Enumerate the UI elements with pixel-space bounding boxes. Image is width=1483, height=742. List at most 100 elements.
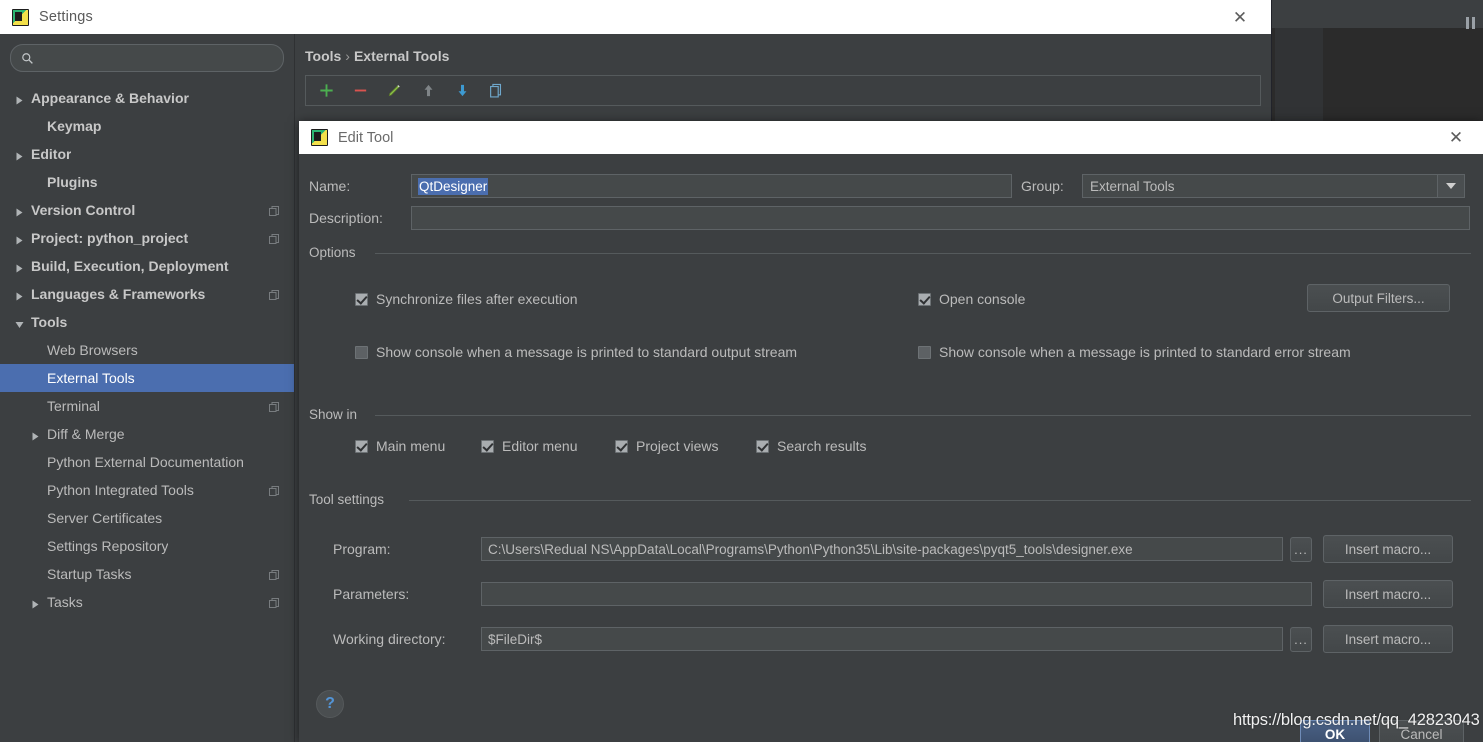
- description-input[interactable]: [411, 206, 1470, 230]
- working-directory-browse-button[interactable]: ...: [1290, 626, 1312, 652]
- parameters-insert-macro-button[interactable]: Insert macro...: [1323, 580, 1453, 608]
- sidebar-item-label: Terminal: [47, 398, 100, 414]
- copy-icon[interactable]: [488, 82, 505, 99]
- sidebar-item-label: Startup Tasks: [47, 566, 132, 582]
- chevron-right-icon[interactable]: [30, 429, 41, 440]
- sidebar-item-label: Project: python_project: [31, 230, 189, 246]
- close-icon[interactable]: ✕: [1439, 121, 1473, 154]
- pycharm-icon: [12, 8, 29, 26]
- group-select[interactable]: External Tools: [1082, 174, 1465, 198]
- checkbox-box[interactable]: [615, 439, 628, 453]
- search-icon: [22, 52, 33, 64]
- checkbox-editor-menu[interactable]: Editor menu: [481, 438, 577, 454]
- sidebar-item-tasks[interactable]: Tasks: [0, 588, 294, 616]
- checkbox-synchronize-files[interactable]: Synchronize files after execution: [355, 291, 578, 307]
- chevron-right-icon[interactable]: [14, 289, 25, 300]
- sidebar-item-diff-merge[interactable]: Diff & Merge: [0, 420, 294, 448]
- sidebar-item-settings-repository[interactable]: Settings Repository: [0, 532, 294, 560]
- sidebar-item-web-browsers[interactable]: Web Browsers: [0, 336, 294, 364]
- arrow-down-icon[interactable]: [454, 82, 471, 99]
- chevron-down-icon[interactable]: [1437, 175, 1464, 197]
- copy-settings-icon[interactable]: [268, 484, 280, 496]
- sidebar-item-build-execution-deployment[interactable]: Build, Execution, Deployment: [0, 252, 294, 280]
- sidebar-item-startup-tasks[interactable]: Startup Tasks: [0, 560, 294, 588]
- sidebar-item-external-tools[interactable]: External Tools: [0, 364, 294, 392]
- program-input[interactable]: C:\Users\Redual NS\AppData\Local\Program…: [481, 537, 1283, 561]
- sidebar-item-label: Python Integrated Tools: [47, 482, 194, 498]
- program-browse-button[interactable]: ...: [1290, 536, 1312, 562]
- sidebar-item-keymap[interactable]: Keymap: [0, 112, 294, 140]
- output-filters-button[interactable]: Output Filters...: [1307, 284, 1450, 312]
- chevron-right-icon[interactable]: [14, 205, 25, 216]
- sidebar-item-label: Web Browsers: [47, 342, 138, 358]
- program-row: Program: C:\Users\Redual NS\AppData\Loca…: [333, 535, 1453, 563]
- checkbox-search-results[interactable]: Search results: [756, 438, 866, 454]
- chevron-right-icon[interactable]: [14, 261, 25, 272]
- checkbox-box[interactable]: [756, 439, 769, 453]
- copy-settings-icon[interactable]: [268, 400, 280, 412]
- breadcrumb-leaf: External Tools: [353, 48, 450, 64]
- sidebar-item-python-integrated-tools[interactable]: Python Integrated Tools: [0, 476, 294, 504]
- search-box[interactable]: [10, 44, 284, 72]
- checkbox-label: Show console when a message is printed t…: [376, 344, 798, 360]
- tool-settings-group-line: [409, 500, 1471, 501]
- search-input[interactable]: [41, 50, 273, 66]
- program-value: C:\Users\Redual NS\AppData\Local\Program…: [488, 541, 1133, 557]
- copy-settings-icon[interactable]: [268, 288, 280, 300]
- pencil-icon[interactable]: [386, 82, 403, 99]
- working-directory-input[interactable]: $FileDir$: [481, 627, 1283, 651]
- checkbox-open-console[interactable]: Open console: [918, 291, 1025, 307]
- breadcrumb-separator: ›: [345, 48, 350, 64]
- program-label: Program:: [333, 541, 391, 557]
- checkbox-box[interactable]: [918, 292, 931, 306]
- minus-icon[interactable]: [352, 82, 369, 99]
- chevron-right-icon[interactable]: [14, 233, 25, 244]
- breadcrumb-root[interactable]: Tools: [305, 48, 341, 64]
- sidebar-item-python-external-documentation[interactable]: Python External Documentation: [0, 448, 294, 476]
- help-button[interactable]: ?: [316, 690, 344, 718]
- checkbox-box[interactable]: [355, 292, 368, 306]
- working-directory-insert-macro-button[interactable]: Insert macro...: [1323, 625, 1453, 653]
- checkbox-box[interactable]: [355, 439, 368, 453]
- sidebar-item-tools[interactable]: Tools: [0, 308, 294, 336]
- sidebar-item-terminal[interactable]: Terminal: [0, 392, 294, 420]
- parameters-row: Parameters: Insert macro...: [333, 580, 1453, 608]
- tool-settings-group-title: Tool settings: [309, 492, 392, 507]
- copy-settings-icon[interactable]: [268, 204, 280, 216]
- checkbox-main-menu[interactable]: Main menu: [355, 438, 445, 454]
- close-icon[interactable]: ✕: [1223, 0, 1257, 34]
- sidebar-item-plugins[interactable]: Plugins: [0, 168, 294, 196]
- pycharm-icon: [311, 129, 328, 146]
- name-value: QtDesigner: [418, 177, 489, 195]
- checkbox-label: Editor menu: [502, 438, 578, 454]
- parameters-label: Parameters:: [333, 586, 410, 602]
- checkbox-show-console-stderr[interactable]: Show console when a message is printed t…: [918, 344, 1351, 360]
- copy-settings-icon[interactable]: [268, 568, 280, 580]
- checkbox-project-views[interactable]: Project views: [615, 438, 718, 454]
- copy-settings-icon[interactable]: [268, 232, 280, 244]
- options-group-line: [375, 253, 1471, 254]
- name-input[interactable]: QtDesigner: [411, 174, 1012, 198]
- plus-icon[interactable]: [318, 82, 335, 99]
- settings-window-title: Settings: [39, 9, 93, 25]
- chevron-right-icon[interactable]: [14, 93, 25, 104]
- chevron-down-icon[interactable]: [14, 317, 25, 328]
- sidebar-item-project-python-project[interactable]: Project: python_project: [0, 224, 294, 252]
- checkbox-box[interactable]: [355, 345, 368, 359]
- checkbox-box[interactable]: [918, 345, 931, 359]
- parameters-input[interactable]: [481, 582, 1312, 606]
- sidebar-item-version-control[interactable]: Version Control: [0, 196, 294, 224]
- checkbox-show-console-stdout[interactable]: Show console when a message is printed t…: [355, 344, 797, 360]
- checkbox-label: Synchronize files after execution: [376, 291, 578, 307]
- sidebar-item-appearance-behavior[interactable]: Appearance & Behavior: [0, 84, 294, 112]
- sidebar-item-server-certificates[interactable]: Server Certificates: [0, 504, 294, 532]
- edit-tool-dialog: Edit Tool ✕ Name: QtDesigner Group: Exte…: [299, 121, 1483, 742]
- chevron-right-icon[interactable]: [14, 149, 25, 160]
- copy-settings-icon[interactable]: [268, 596, 280, 608]
- chevron-right-icon[interactable]: [30, 597, 41, 608]
- sidebar-item-languages-frameworks[interactable]: Languages & Frameworks: [0, 280, 294, 308]
- program-insert-macro-button[interactable]: Insert macro...: [1323, 535, 1453, 563]
- sidebar-item-editor[interactable]: Editor: [0, 140, 294, 168]
- settings-titlebar: Settings ✕: [0, 0, 1271, 34]
- checkbox-box[interactable]: [481, 439, 494, 453]
